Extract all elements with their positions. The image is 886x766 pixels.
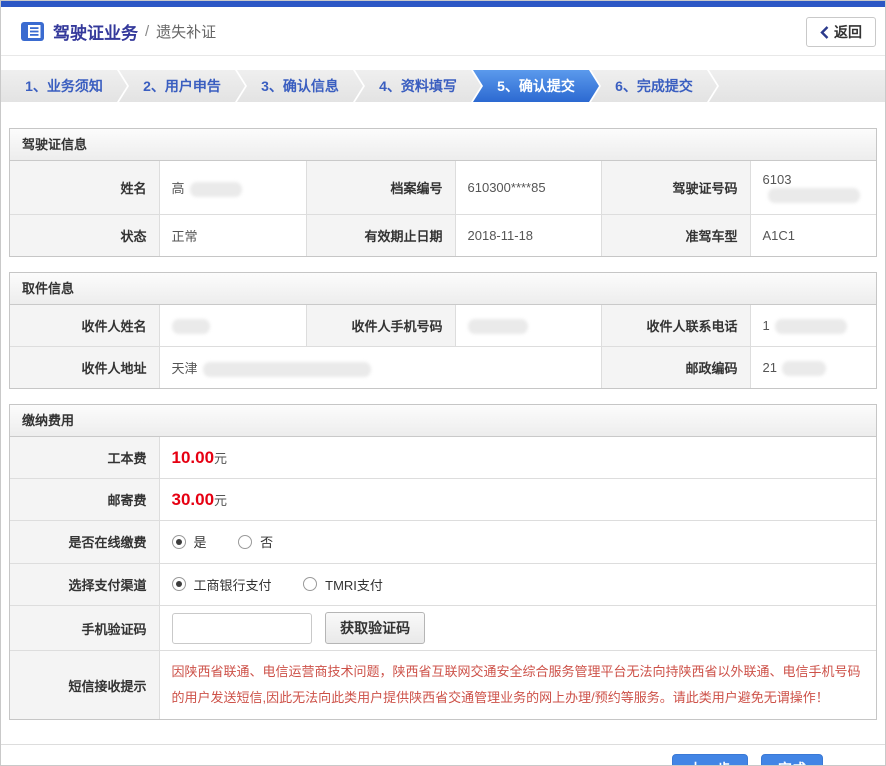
label-postage-fee: 邮寄费 bbox=[10, 479, 159, 521]
work-fee-amount: 10.00 bbox=[172, 448, 215, 467]
step-progress-bar: 1、业务须知 2、用户申告 3、确认信息 4、资料填写 5、确认提交 6、完成提… bbox=[1, 70, 885, 102]
section-title-pickup: 取件信息 bbox=[10, 273, 876, 305]
label-sms-notice: 短信接收提示 bbox=[10, 651, 159, 720]
page: 驾驶证业务 / 遗失补证 返回 1、业务须知 2、用户申告 3、确认信息 4、资… bbox=[0, 0, 886, 766]
pickup-info-table: 收件人姓名 收件人手机号码 收件人联系电话 1 收件人地址 天津 邮政编码 21 bbox=[10, 305, 876, 388]
radio-pay-online-yes[interactable]: 是 bbox=[172, 532, 207, 551]
value-postage-fee: 30.00元 bbox=[159, 479, 876, 521]
section-title-license: 驾驶证信息 bbox=[10, 129, 876, 161]
chevron-left-icon bbox=[820, 26, 829, 39]
step-bar-filler bbox=[709, 70, 885, 102]
section-pickup-info: 取件信息 收件人姓名 收件人手机号码 收件人联系电话 1 收件人地址 天津 邮政… bbox=[9, 272, 877, 389]
postage-fee-unit: 元 bbox=[214, 493, 227, 508]
table-row: 状态 正常 有效期止日期 2018-11-18 准驾车型 A1C1 bbox=[10, 215, 876, 257]
postage-fee-amount: 30.00 bbox=[172, 490, 215, 509]
label-recipient-phone: 收件人联系电话 bbox=[601, 305, 750, 347]
footer-actions: 上一步 完成 bbox=[1, 745, 885, 766]
value-license-no: 6103 bbox=[750, 161, 876, 215]
label-recipient-address: 收件人地址 bbox=[10, 347, 159, 389]
label-work-fee: 工本费 bbox=[10, 437, 159, 479]
step-4-fill-materials[interactable]: 4、资料填写 bbox=[355, 70, 481, 102]
step-5-confirm-submit-active[interactable]: 5、确认提交 bbox=[473, 70, 599, 102]
sms-code-input[interactable] bbox=[172, 613, 312, 644]
page-title: 驾驶证业务 bbox=[53, 19, 138, 44]
radio-channel-tmri[interactable]: TMRI支付 bbox=[303, 575, 383, 594]
radio-dot-icon bbox=[172, 535, 186, 549]
redacted-blur bbox=[172, 319, 210, 334]
label-recipient-mobile: 收件人手机号码 bbox=[306, 305, 455, 347]
radio-dot-icon bbox=[238, 535, 252, 549]
sms-notice-text: 因陕西省联通、电信运营商技术问题，陕西省互联网交通安全综合服务管理平台无法向持陕… bbox=[172, 659, 865, 711]
label-vehicle-class: 准驾车型 bbox=[601, 215, 750, 257]
value-work-fee: 10.00元 bbox=[159, 437, 876, 479]
payment-table: 工本费 10.00元 邮寄费 30.00元 是否在线缴费 是 否 bbox=[10, 437, 876, 719]
radio-channel-icbc[interactable]: 工商银行支付 bbox=[172, 575, 272, 594]
value-expiry-date: 2018-11-18 bbox=[455, 215, 601, 257]
value-name: 高 bbox=[159, 161, 306, 215]
form-list-icon bbox=[21, 22, 44, 41]
back-button-label: 返回 bbox=[834, 22, 862, 42]
value-file-no: 610300****85 bbox=[455, 161, 601, 215]
redacted-blur bbox=[190, 182, 242, 197]
redacted-blur bbox=[203, 362, 371, 377]
label-file-no: 档案编号 bbox=[306, 161, 455, 215]
redacted-blur bbox=[468, 319, 528, 334]
value-online-payment: 是 否 bbox=[159, 521, 876, 564]
value-postal-code: 21 bbox=[750, 347, 876, 389]
label-payment-channel: 选择支付渠道 bbox=[10, 563, 159, 606]
label-license-no: 驾驶证号码 bbox=[601, 161, 750, 215]
table-row: 姓名 高 档案编号 610300****85 驾驶证号码 6103 bbox=[10, 161, 876, 215]
previous-step-button[interactable]: 上一步 bbox=[672, 754, 748, 766]
table-row: 短信接收提示 因陕西省联通、电信运营商技术问题，陕西省互联网交通安全综合服务管理… bbox=[10, 651, 876, 720]
redacted-blur bbox=[775, 319, 847, 334]
step-3-confirm-info[interactable]: 3、确认信息 bbox=[237, 70, 363, 102]
label-name: 姓名 bbox=[10, 161, 159, 215]
redacted-blur bbox=[782, 361, 826, 376]
label-sms-code: 手机验证码 bbox=[10, 606, 159, 651]
step-6-complete-submit[interactable]: 6、完成提交 bbox=[591, 70, 717, 102]
section-license-info: 驾驶证信息 姓名 高 档案编号 610300****85 驾驶证号码 6103 … bbox=[9, 128, 877, 257]
main-content: 驾驶证信息 姓名 高 档案编号 610300****85 驾驶证号码 6103 … bbox=[1, 128, 885, 720]
back-button[interactable]: 返回 bbox=[806, 17, 876, 47]
work-fee-unit: 元 bbox=[214, 451, 227, 466]
table-row: 手机验证码 获取验证码 bbox=[10, 606, 876, 651]
table-row: 工本费 10.00元 bbox=[10, 437, 876, 479]
radio-dot-icon bbox=[303, 577, 317, 591]
table-row: 是否在线缴费 是 否 bbox=[10, 521, 876, 564]
value-sms-code: 获取验证码 bbox=[159, 606, 876, 651]
radio-dot-icon bbox=[172, 577, 186, 591]
value-recipient-name bbox=[159, 305, 306, 347]
breadcrumb-divider: / bbox=[145, 23, 149, 40]
label-status: 状态 bbox=[10, 215, 159, 257]
table-row: 收件人姓名 收件人手机号码 收件人联系电话 1 bbox=[10, 305, 876, 347]
value-recipient-address: 天津 bbox=[159, 347, 601, 389]
header: 驾驶证业务 / 遗失补证 返回 bbox=[1, 7, 885, 56]
radio-pay-online-no[interactable]: 否 bbox=[238, 532, 273, 551]
table-row: 收件人地址 天津 邮政编码 21 bbox=[10, 347, 876, 389]
step-2-user-declaration[interactable]: 2、用户申告 bbox=[119, 70, 245, 102]
breadcrumb-current: 遗失补证 bbox=[156, 21, 216, 42]
value-status: 正常 bbox=[159, 215, 306, 257]
table-row: 选择支付渠道 工商银行支付 TMRI支付 bbox=[10, 563, 876, 606]
step-1-business-notice[interactable]: 1、业务须知 bbox=[1, 70, 127, 102]
label-postal-code: 邮政编码 bbox=[601, 347, 750, 389]
license-info-table: 姓名 高 档案编号 610300****85 驾驶证号码 6103 状态 正常 … bbox=[10, 161, 876, 256]
get-sms-code-button[interactable]: 获取验证码 bbox=[325, 612, 425, 644]
section-title-payment: 缴纳费用 bbox=[10, 405, 876, 437]
value-sms-notice: 因陕西省联通、电信运营商技术问题，陕西省互联网交通安全综合服务管理平台无法向持陕… bbox=[159, 651, 876, 720]
label-online-payment: 是否在线缴费 bbox=[10, 521, 159, 564]
finish-button[interactable]: 完成 bbox=[761, 754, 823, 766]
table-row: 邮寄费 30.00元 bbox=[10, 479, 876, 521]
redacted-blur bbox=[768, 188, 860, 203]
value-vehicle-class: A1C1 bbox=[750, 215, 876, 257]
value-payment-channel: 工商银行支付 TMRI支付 bbox=[159, 563, 876, 606]
value-recipient-phone: 1 bbox=[750, 305, 876, 347]
section-payment-fees: 缴纳费用 工本费 10.00元 邮寄费 30.00元 是否在线缴费 bbox=[9, 404, 877, 720]
label-expiry-date: 有效期止日期 bbox=[306, 215, 455, 257]
value-recipient-mobile bbox=[455, 305, 601, 347]
label-recipient-name: 收件人姓名 bbox=[10, 305, 159, 347]
